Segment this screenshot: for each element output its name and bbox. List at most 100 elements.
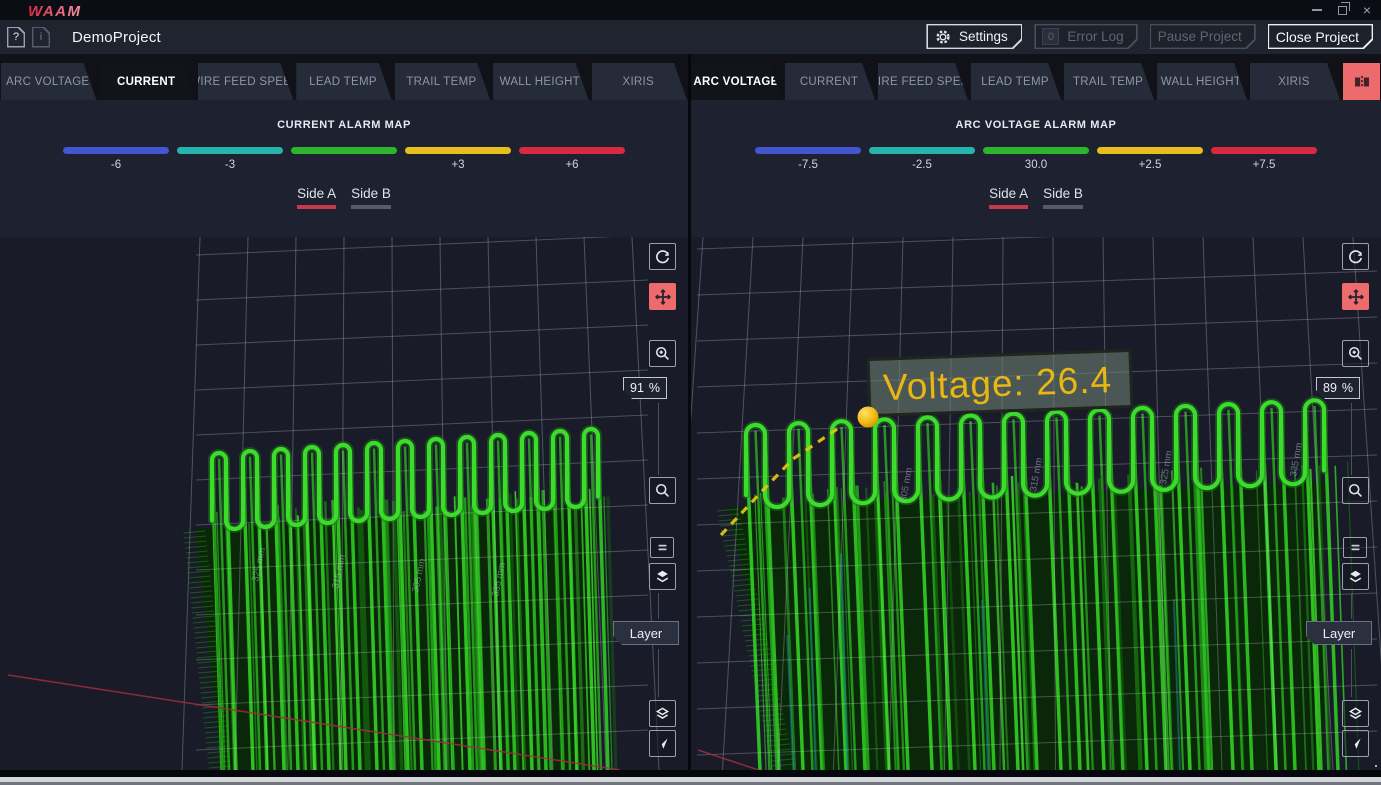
left-signal-panel: ARC VOLTAGE CURRENT WIRE FEED SPEED LEAD… [0,54,688,770]
tab-wall-height[interactable]: WALL HEIGHT [1157,63,1247,100]
right-signal-tabs: ARC VOLTAGE CURRENT WIRE FEED SPEED LEAD… [691,63,1381,100]
rotate-tool-button[interactable] [1342,243,1369,270]
zoom-out-tool-button[interactable] [1342,477,1369,504]
equals-icon [1348,540,1363,555]
error-count-badge: 0 [1042,28,1059,45]
error-log-button[interactable]: 0 Error Log [1034,24,1137,49]
layer-slider[interactable] [658,649,659,697]
logo-text: WAAM [28,3,82,19]
alarm-segment: +2.5 [1097,147,1203,173]
layer-stack-button[interactable] [1342,700,1369,727]
split-view-icon [1353,73,1371,91]
alarm-segment: -3 [177,147,283,173]
side-a-tab[interactable]: Side A [989,186,1028,214]
settings-button[interactable]: Settings [926,24,1022,49]
equalize-tool-button[interactable] [650,537,674,558]
alarm-map-scale: -7.5 -2.5 30.0 +2.5 [755,147,1317,173]
project-bar: ? i DemoProject Settings 0 [0,20,1381,54]
zoom-percent-box[interactable]: 89% [1316,377,1360,399]
equals-icon [655,540,670,555]
zoom-in-icon [654,345,671,362]
tab-xiris[interactable]: XIRIS [1250,63,1340,100]
layer-stack-button[interactable] [649,700,676,727]
tab-arc-voltage[interactable]: ARC VOLTAGE [1,63,96,100]
zoom-in-tool-button[interactable] [649,340,676,367]
tab-arc-voltage[interactable]: ARC VOLTAGE [692,63,782,100]
zoom-out-tool-button[interactable] [649,477,676,504]
pan-icon [1347,288,1365,306]
3d-viewport-left[interactable]: 325 mm 315 mm 305 mm 335 mm [0,237,688,770]
side-a-tab[interactable]: Side A [297,186,336,214]
pause-project-button[interactable]: Pause Project [1150,24,1256,49]
zoom-in-icon [1347,345,1364,362]
magnifier-icon [654,482,671,499]
alarm-map-title: ARC VOLTAGE ALARM MAP [691,119,1381,131]
layers-tool-button[interactable] [1342,563,1369,590]
zoom-slider[interactable] [658,403,659,475]
layer-slider[interactable] [1351,649,1352,697]
app-window: WAAM × ? i DemoProject [0,0,1381,785]
alarm-segment: -7.5 [755,147,861,173]
side-b-tab[interactable]: Side B [1043,186,1083,214]
tab-xiris[interactable]: XIRIS [592,63,687,100]
tab-trail-temp[interactable]: TRAIL TEMP [1064,63,1154,100]
layers-icon [1347,568,1364,585]
alarm-map-title: CURRENT ALARM MAP [0,119,688,131]
right-signal-panel: ARC VOLTAGE CURRENT WIRE FEED SPEED LEAD… [691,54,1381,770]
layer-slider[interactable] [1351,593,1352,619]
magnifier-icon [1347,482,1364,499]
pan-icon [654,288,672,306]
side-tabs: Side A Side B [0,186,688,214]
gear-icon [935,29,951,45]
layers-outline-icon [654,705,671,722]
rotate-tool-button[interactable] [649,243,676,270]
alarm-map-section: ARC VOLTAGE ALARM MAP -7.5 -2.5 30.0 [691,100,1381,237]
layer-slider[interactable] [658,593,659,619]
side-b-tab[interactable]: Side B [351,186,391,214]
bottom-bar [0,770,1381,785]
project-title: DemoProject [72,29,161,46]
navigate-tool-button[interactable] [1342,730,1369,757]
alarm-segment: +7.5 [1211,147,1317,173]
tab-wire-feed-speed[interactable]: WIRE FEED SPEED [878,63,968,100]
zoom-in-tool-button[interactable] [1342,340,1369,367]
info-button[interactable]: i [32,27,50,48]
alarm-map-section: CURRENT ALARM MAP -6 -3 [0,100,688,237]
tab-current[interactable]: CURRENT [785,63,875,100]
restore-icon[interactable] [1338,6,1347,15]
alarm-segment [291,147,397,173]
minimize-icon[interactable] [1312,9,1322,11]
3d-viewport-right[interactable]: 305 mm 315 mm 325 mm 335 mm Voltage: 26.… [691,237,1381,770]
tab-current[interactable]: CURRENT [99,63,194,100]
alarm-map-scale: -6 -3 +3 +6 [63,147,625,173]
layers-outline-icon [1347,705,1364,722]
tab-lead-temp[interactable]: LEAD TEMP [971,63,1061,100]
probe-tooltip-text: Voltage: 26.4 [882,359,1112,408]
pointer-icon [654,735,671,752]
split-view-button[interactable] [1343,63,1380,100]
tab-lead-temp[interactable]: LEAD TEMP [296,63,391,100]
tab-wire-feed-speed[interactable]: WIRE FEED SPEED [198,63,293,100]
pause-project-label: Pause Project [1158,29,1242,44]
pointer-icon [1347,735,1364,752]
help-button[interactable]: ? [7,27,25,48]
close-icon[interactable]: × [1363,3,1371,17]
settings-label: Settings [959,29,1008,44]
pan-tool-button[interactable] [1342,283,1369,310]
tab-wall-height[interactable]: WALL HEIGHT [493,63,588,100]
zoom-slider[interactable] [1351,403,1352,475]
alarm-segment: -2.5 [869,147,975,173]
probe-marker-sphere [858,407,879,428]
zoom-percent-box[interactable]: 91% [623,377,667,399]
close-project-button[interactable]: Close Project [1268,24,1373,49]
pan-tool-button[interactable] [649,283,676,310]
equalize-tool-button[interactable] [1343,537,1367,558]
navigate-tool-button[interactable] [649,730,676,757]
layers-icon [654,568,671,585]
title-bar: WAAM × [0,0,1381,20]
left-signal-tabs: ARC VOLTAGE CURRENT WIRE FEED SPEED LEAD… [0,63,688,100]
app-logo: WAAM [27,0,93,20]
layers-tool-button[interactable] [649,563,676,590]
tab-trail-temp[interactable]: TRAIL TEMP [395,63,490,100]
side-tabs: Side A Side B [691,186,1381,214]
